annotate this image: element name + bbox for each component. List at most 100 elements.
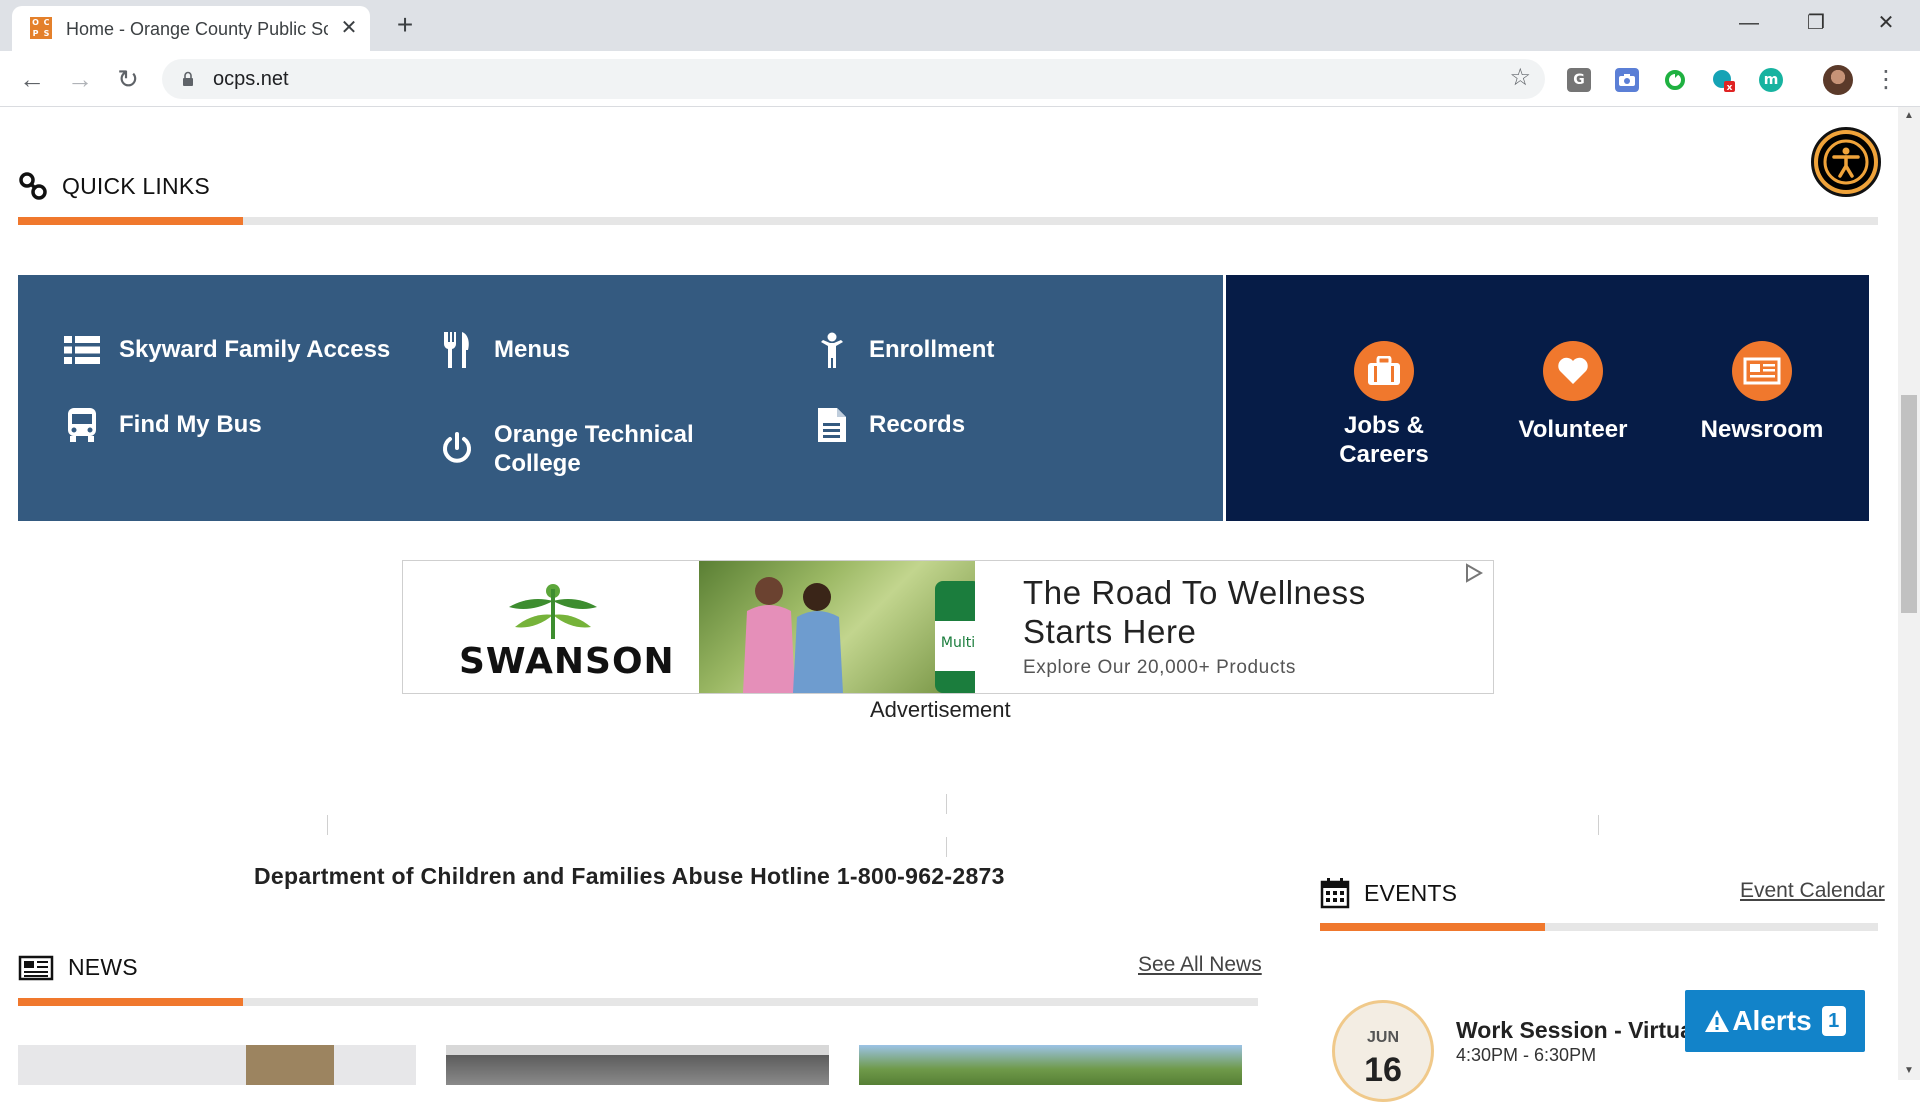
event-time: 4:30PM - 6:30PM bbox=[1456, 1045, 1597, 1065]
scrollbar-thumb[interactable] bbox=[1901, 395, 1917, 613]
events-divider bbox=[1320, 923, 1878, 931]
alerts-label: Alerts bbox=[1732, 1005, 1812, 1036]
minimize-button[interactable]: — bbox=[1729, 8, 1769, 38]
divider bbox=[327, 815, 328, 835]
accessibility-icon bbox=[1818, 134, 1874, 190]
extension-m-icon[interactable]: m bbox=[1759, 68, 1783, 92]
event-calendar-link[interactable]: Event Calendar bbox=[1740, 879, 1885, 903]
scroll-up-arrow-icon[interactable]: ▲ bbox=[1898, 107, 1920, 125]
tab-title: Home - Orange County Public Schools bbox=[66, 19, 328, 39]
page-scrollbar[interactable]: ▲ ▼ bbox=[1898, 107, 1920, 1080]
bookmark-star-icon[interactable]: ☆ bbox=[1509, 63, 1531, 92]
browser-tab[interactable]: O C P S Home - Orange County Public Scho… bbox=[12, 6, 370, 51]
quick-links-panel: Skyward Family Access Menus Enrollment F… bbox=[18, 275, 1223, 521]
tab-close-icon[interactable]: ✕ bbox=[337, 16, 361, 40]
forward-button[interactable]: → bbox=[62, 61, 98, 97]
events-divider-accent bbox=[1320, 923, 1545, 931]
events-header: EVENTS bbox=[1320, 877, 1457, 909]
new-tab-button[interactable]: + bbox=[390, 10, 420, 40]
news-thumbnail[interactable] bbox=[446, 1045, 829, 1085]
link-chain-icon bbox=[19, 172, 47, 200]
alerts-button[interactable]: Alerts 1 bbox=[1685, 990, 1865, 1052]
document-icon bbox=[813, 406, 851, 444]
featured-link-volunteer[interactable]: Volunteer bbox=[1488, 341, 1658, 444]
favicon-letter: C bbox=[43, 18, 50, 27]
quick-link-records[interactable]: Records bbox=[813, 406, 965, 444]
favicon-letter: S bbox=[43, 29, 50, 38]
sync-extension-icon[interactable] bbox=[1663, 68, 1687, 92]
heart-icon bbox=[1543, 341, 1603, 401]
bus-icon bbox=[63, 406, 101, 444]
child-icon bbox=[813, 331, 851, 369]
news-divider-accent bbox=[18, 998, 243, 1006]
favicon-letter: O bbox=[32, 18, 39, 27]
ad-choices-icon[interactable] bbox=[1465, 563, 1484, 588]
event-title[interactable]: Work Session - Virtual bbox=[1456, 1017, 1699, 1044]
scroll-down-arrow-icon[interactable]: ▼ bbox=[1898, 1062, 1920, 1080]
ad-headline-line2: Starts Here bbox=[1023, 613, 1197, 650]
swanson-logo: SWANSON bbox=[403, 561, 699, 693]
news-thumbnail[interactable] bbox=[859, 1045, 1242, 1085]
news-thumbnail[interactable] bbox=[18, 1045, 416, 1085]
extension-g-icon[interactable]: G bbox=[1567, 68, 1591, 92]
featured-link-newsroom[interactable]: Newsroom bbox=[1677, 341, 1847, 444]
ad-photo: Multi bbox=[699, 561, 975, 693]
svg-text:x: x bbox=[1727, 83, 1733, 92]
reload-button[interactable]: ↻ bbox=[110, 61, 146, 97]
quick-link-label: Records bbox=[869, 411, 966, 438]
quick-link-skyward[interactable]: Skyward Family Access bbox=[63, 331, 390, 369]
quick-link-label: Find My Bus bbox=[119, 411, 262, 438]
featured-links-panel: Jobs & Careers Volunteer Newsroom bbox=[1226, 275, 1869, 521]
globe-extension-icon[interactable]: x bbox=[1711, 68, 1735, 93]
news-divider bbox=[18, 998, 1258, 1006]
featured-link-label: Volunteer bbox=[1518, 416, 1628, 443]
quick-link-label: Menus bbox=[494, 336, 571, 363]
quick-link-label: Orange Technical College bbox=[494, 421, 694, 477]
ad-headline-line1: The Road To Wellness bbox=[1023, 574, 1366, 611]
quick-link-label: Enrollment bbox=[869, 336, 995, 363]
page-content: QUICK LINKS Skyward Family Access Menus bbox=[0, 107, 1920, 1102]
quick-link-find-my-bus[interactable]: Find My Bus bbox=[63, 406, 262, 444]
site-favicon-icon: O C P S bbox=[30, 17, 52, 39]
quick-links-divider-accent bbox=[18, 217, 243, 225]
quick-link-enrollment[interactable]: Enrollment bbox=[813, 331, 994, 369]
events-title: EVENTS bbox=[1364, 879, 1458, 906]
newspaper-icon bbox=[18, 955, 54, 980]
featured-link-label: Jobs & Careers bbox=[1339, 412, 1429, 468]
abuse-hotline-text: Department of Children and Families Abus… bbox=[254, 863, 1005, 889]
ad-brand-text: SWANSON bbox=[459, 641, 675, 682]
favicon-letter: P bbox=[32, 29, 39, 38]
warning-icon bbox=[1705, 1010, 1730, 1032]
news-title: NEWS bbox=[68, 954, 138, 980]
advertisement-banner[interactable]: SWANSON Multi The Road To Wellness Start… bbox=[402, 560, 1494, 694]
browser-toolbar: ← → ↻ ocps.net ☆ G x m ⋮ bbox=[0, 51, 1920, 107]
divider bbox=[946, 794, 947, 814]
event-date-badge: JUN 16 bbox=[1332, 1000, 1434, 1102]
briefcase-icon bbox=[1354, 341, 1414, 401]
event-day: 16 bbox=[1364, 1051, 1402, 1089]
ad-product-label: Multi bbox=[941, 635, 975, 651]
accessibility-button[interactable] bbox=[1811, 127, 1881, 197]
featured-link-label: Newsroom bbox=[1700, 416, 1824, 443]
camera-extension-icon[interactable] bbox=[1615, 68, 1639, 92]
quick-link-orange-technical-college[interactable]: Orange Technical College bbox=[438, 420, 728, 478]
event-month: JUN bbox=[1366, 1029, 1399, 1046]
lock-icon bbox=[183, 71, 193, 86]
see-all-news-link[interactable]: See All News bbox=[1138, 953, 1262, 977]
featured-link-jobs-careers[interactable]: Jobs & Careers bbox=[1299, 341, 1469, 469]
calendar-icon bbox=[1320, 878, 1350, 909]
browser-menu-icon[interactable]: ⋮ bbox=[1874, 65, 1898, 95]
url-text[interactable]: ocps.net bbox=[213, 68, 289, 91]
quick-links-header: QUICK LINKS bbox=[18, 171, 210, 201]
quick-links-title: QUICK LINKS bbox=[62, 172, 210, 199]
back-button[interactable]: ← bbox=[14, 61, 50, 97]
restore-button[interactable]: ❐ bbox=[1796, 8, 1836, 38]
quick-link-label: Skyward Family Access bbox=[119, 336, 391, 363]
divider bbox=[1598, 815, 1599, 835]
close-window-button[interactable]: ✕ bbox=[1866, 8, 1906, 38]
quick-link-menus[interactable]: Menus bbox=[438, 331, 570, 369]
address-bar[interactable]: ocps.net ☆ bbox=[162, 59, 1545, 99]
newspaper-icon bbox=[1732, 341, 1792, 401]
divider bbox=[946, 837, 947, 857]
profile-avatar[interactable] bbox=[1823, 65, 1853, 95]
